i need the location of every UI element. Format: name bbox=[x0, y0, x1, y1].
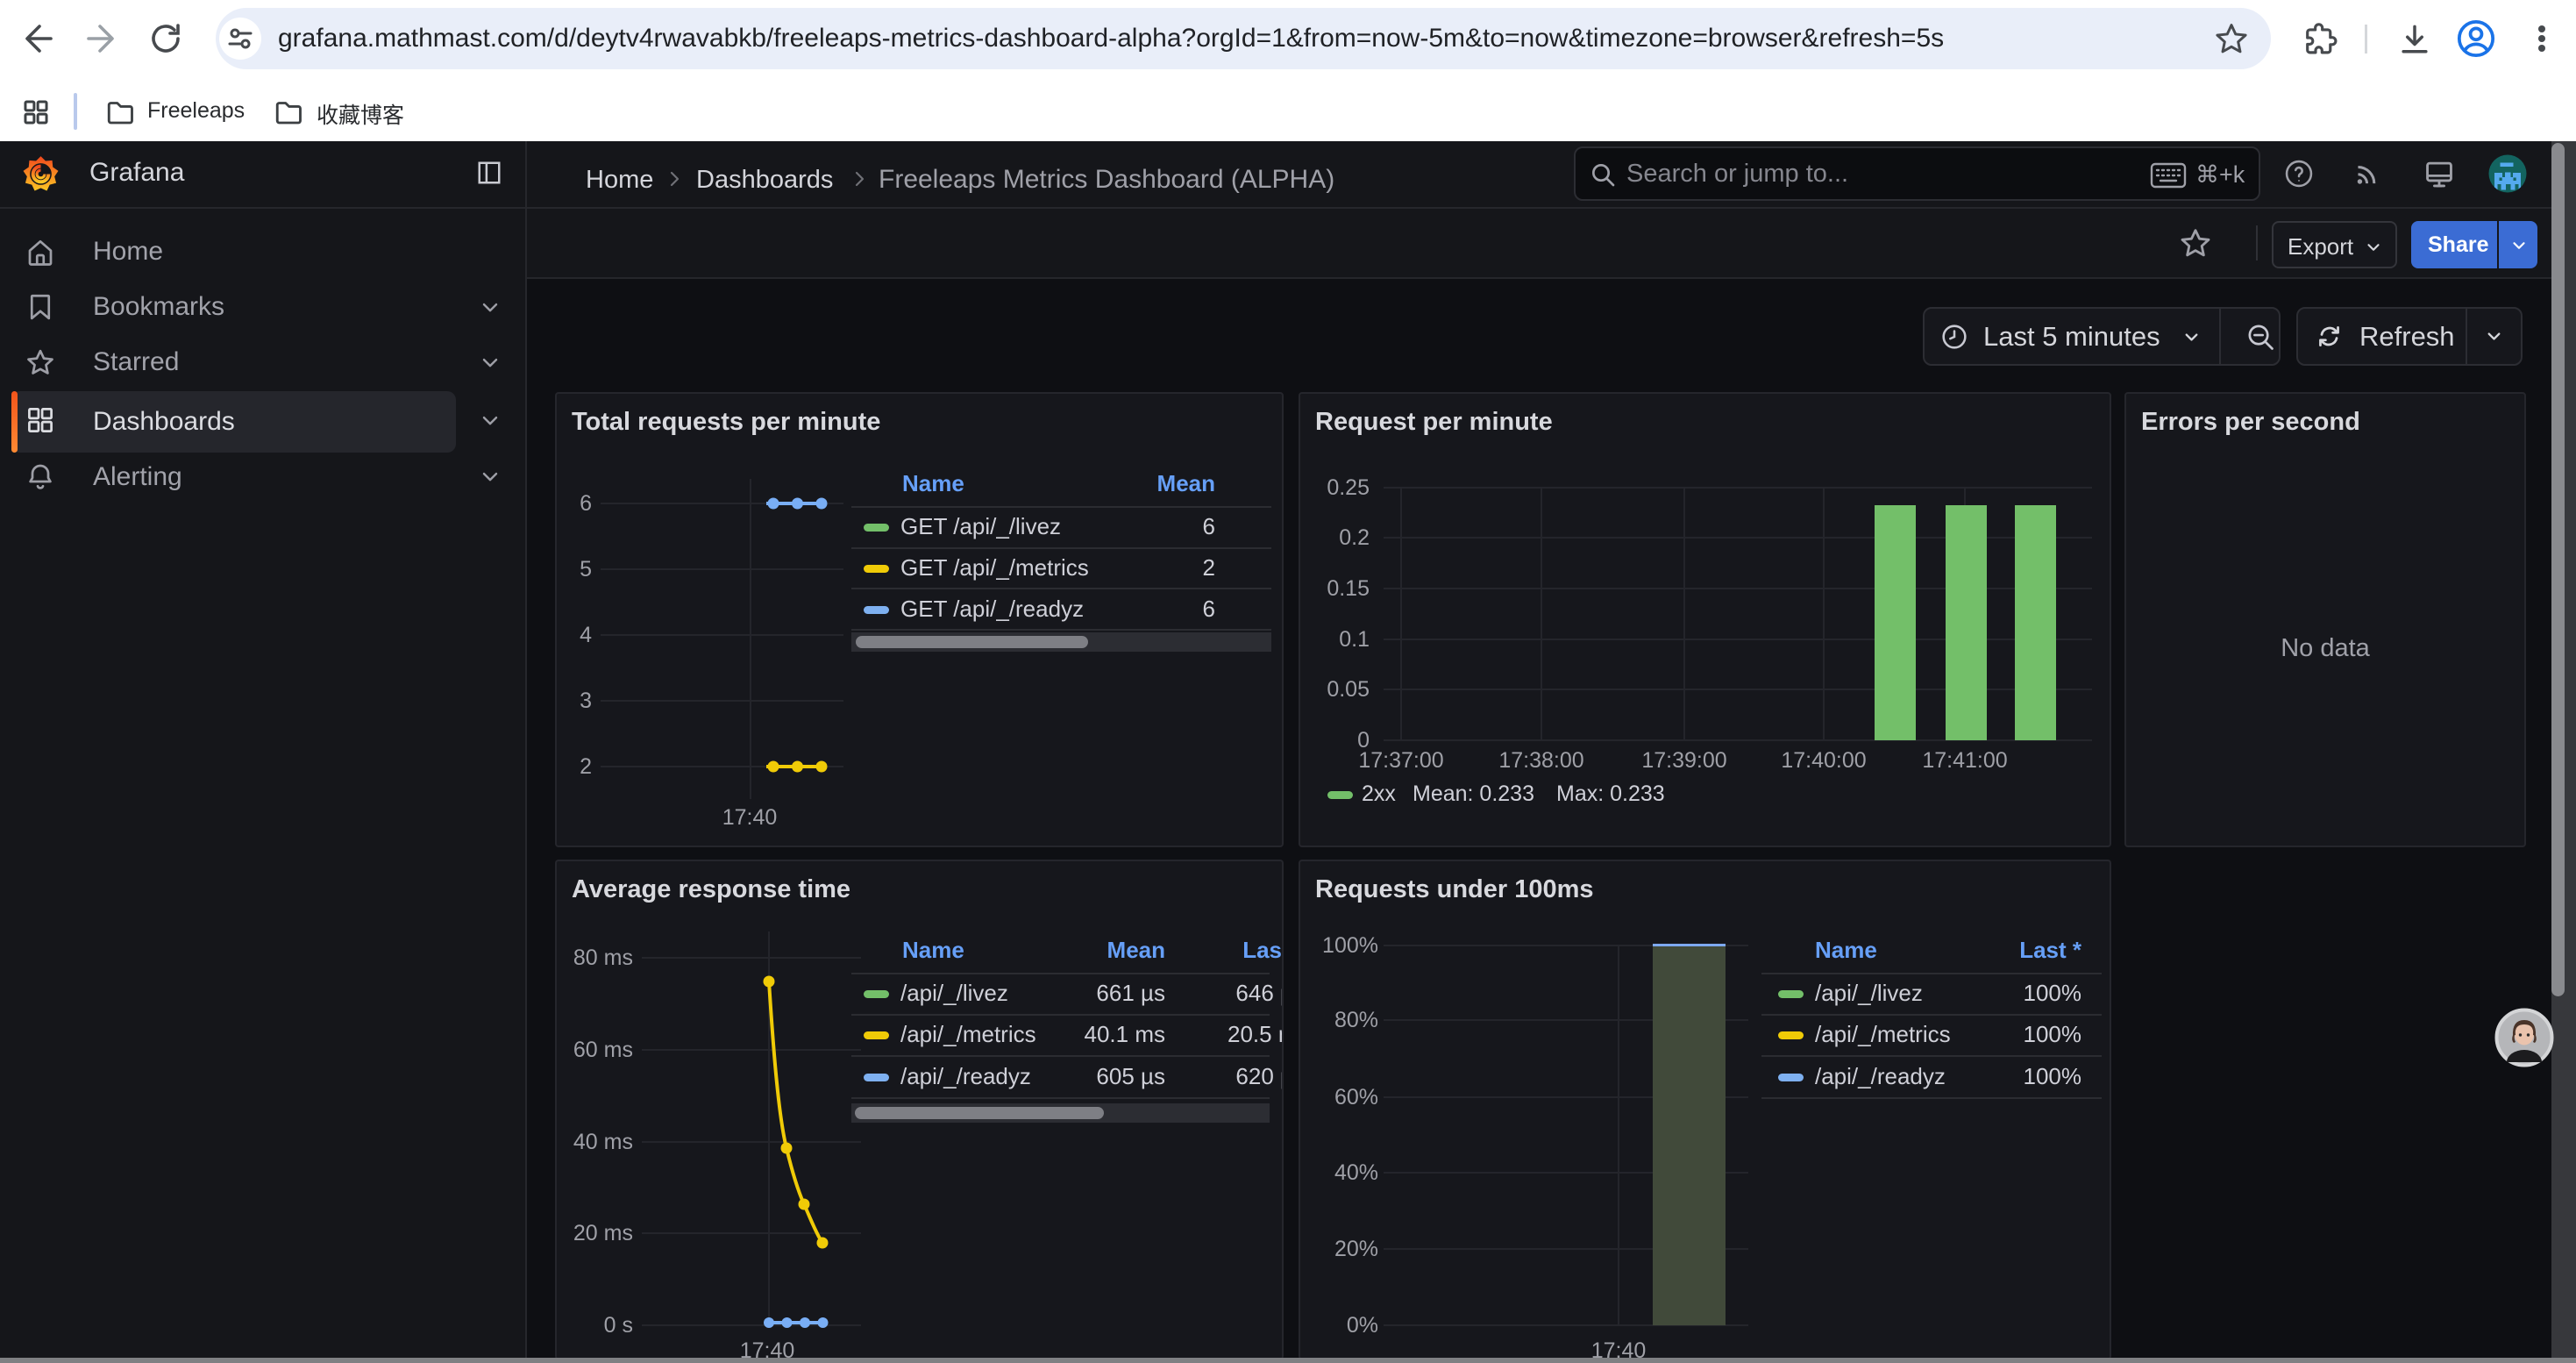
svg-text:17:37:00: 17:37:00 bbox=[1358, 748, 1443, 773]
svg-text:17:38:00: 17:38:00 bbox=[1498, 748, 1583, 773]
svg-text:0.25: 0.25 bbox=[1327, 475, 1370, 500]
svg-text:0.15: 0.15 bbox=[1327, 576, 1370, 601]
svg-text:80%: 80% bbox=[1334, 1008, 1378, 1032]
svg-text:6: 6 bbox=[580, 491, 592, 516]
svg-text:0.1: 0.1 bbox=[1339, 627, 1370, 652]
svg-text:0%: 0% bbox=[1347, 1313, 1378, 1338]
svg-text:4: 4 bbox=[580, 623, 592, 647]
svg-text:100%: 100% bbox=[1322, 933, 1378, 958]
svg-text:80 ms: 80 ms bbox=[573, 946, 633, 970]
svg-text:20%: 20% bbox=[1334, 1237, 1378, 1261]
svg-text:17:40:00: 17:40:00 bbox=[1781, 748, 1866, 773]
svg-text:2: 2 bbox=[580, 754, 592, 779]
svg-text:20 ms: 20 ms bbox=[573, 1221, 633, 1245]
svg-text:60%: 60% bbox=[1334, 1085, 1378, 1110]
svg-text:17:39:00: 17:39:00 bbox=[1641, 748, 1726, 773]
svg-text:17:40: 17:40 bbox=[722, 805, 778, 830]
svg-text:40%: 40% bbox=[1334, 1160, 1378, 1185]
svg-text:17:40: 17:40 bbox=[740, 1338, 795, 1358]
svg-text:60 ms: 60 ms bbox=[573, 1038, 633, 1062]
svg-text:0 s: 0 s bbox=[604, 1313, 633, 1338]
svg-text:3: 3 bbox=[580, 689, 592, 713]
svg-text:40 ms: 40 ms bbox=[573, 1130, 633, 1154]
svg-text:0.2: 0.2 bbox=[1339, 525, 1370, 550]
svg-text:17:41:00: 17:41:00 bbox=[1922, 748, 2007, 773]
svg-text:5: 5 bbox=[580, 557, 592, 582]
svg-text:17:40: 17:40 bbox=[1591, 1338, 1647, 1358]
svg-text:0.05: 0.05 bbox=[1327, 677, 1370, 702]
